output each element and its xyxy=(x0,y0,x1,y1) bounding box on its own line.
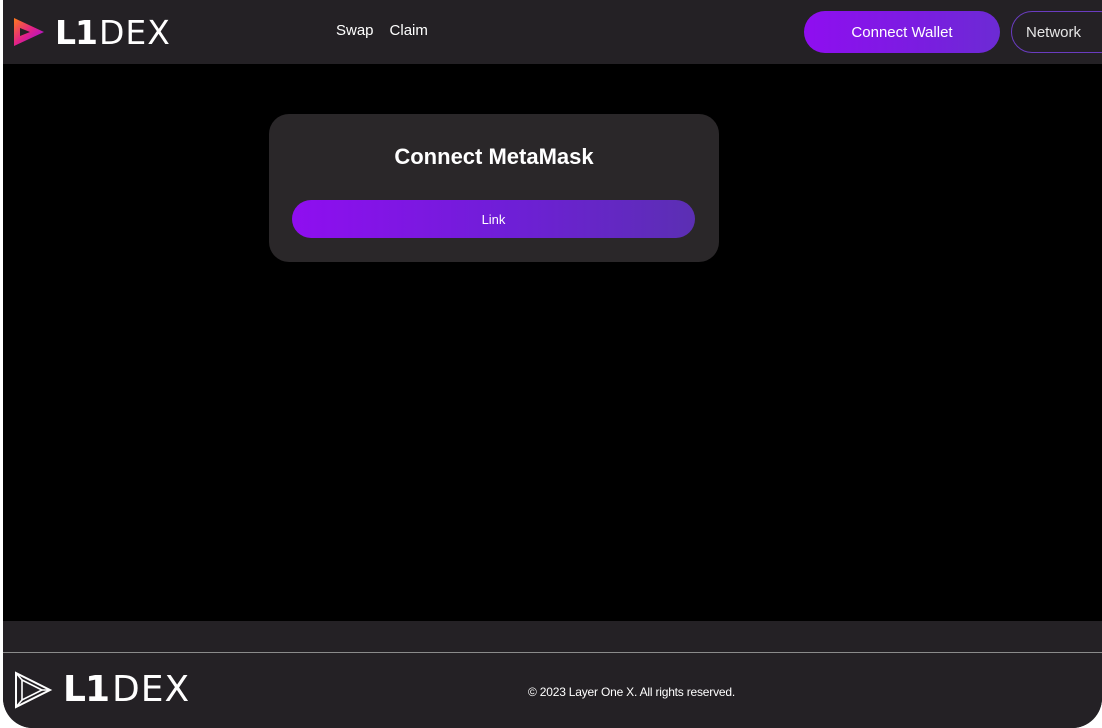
footer-logo-l1-text: L1 xyxy=(63,669,110,710)
header-logo[interactable]: L1 DEX xyxy=(11,12,171,52)
connect-wallet-button[interactable]: Connect Wallet xyxy=(804,11,1000,53)
logo-l1-text: L1 xyxy=(55,12,98,52)
copyright-text: © 2023 Layer One X. All rights reserved. xyxy=(528,685,735,699)
connect-metamask-card: Connect MetaMask Link xyxy=(269,114,719,262)
top-navbar: L1 DEX Swap Claim Connect Wallet Network xyxy=(3,0,1102,64)
logo-dex-text: DEX xyxy=(99,12,171,52)
footer-logo-dex-text: DEX xyxy=(112,669,191,710)
footer: L1 DEX © 2023 Layer One X. All rights re… xyxy=(3,621,1102,728)
nav-link-swap[interactable]: Swap xyxy=(336,22,374,39)
app-window: L1 DEX Swap Claim Connect Wallet Network… xyxy=(3,0,1102,728)
main-nav: Swap Claim xyxy=(336,22,428,39)
link-button[interactable]: Link xyxy=(292,200,695,238)
network-button[interactable]: Network xyxy=(1011,11,1102,53)
footer-divider xyxy=(3,652,1102,653)
l1-play-logo-icon xyxy=(14,18,44,46)
card-title: Connect MetaMask xyxy=(394,144,594,169)
nav-link-claim[interactable]: Claim xyxy=(390,22,428,39)
footer-logo: L1 DEX xyxy=(13,669,190,710)
l1-outline-logo-icon xyxy=(15,670,53,709)
